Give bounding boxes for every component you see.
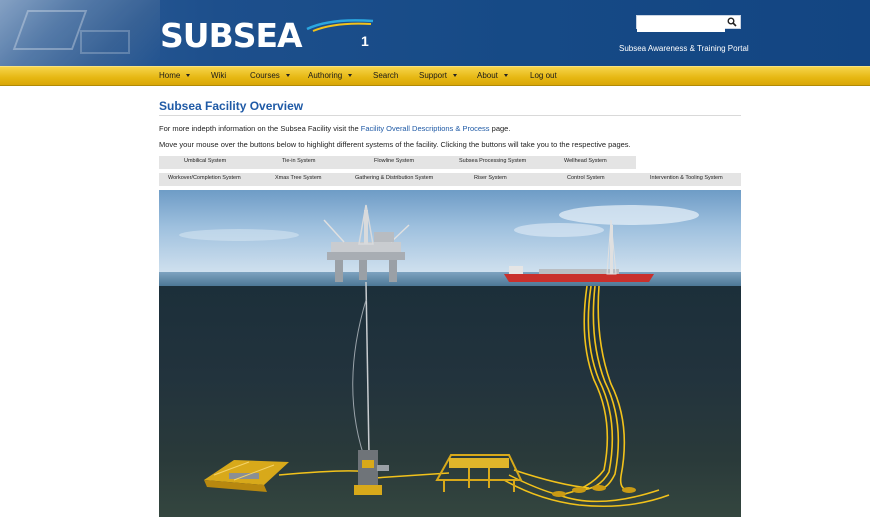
flowline-system-button[interactable]: Flowline System (374, 158, 414, 164)
flowlines (278, 469, 670, 507)
chevron-down-icon (503, 74, 508, 78)
riser-bases (552, 485, 636, 497)
nav-logout[interactable]: Log out (530, 71, 557, 80)
chevron-down-icon (348, 74, 353, 78)
search-box[interactable] (636, 15, 741, 32)
facility-drawing (179, 204, 699, 507)
control-system-button[interactable]: Control System (567, 175, 605, 181)
tie-in-system-button[interactable]: Tie-in System (282, 158, 315, 164)
subsea-processing-template (435, 454, 523, 492)
riser-system-button[interactable]: Riser System (474, 175, 507, 181)
wellhead-system-button[interactable]: Wellhead System (564, 158, 607, 164)
subsea-manifold-left (204, 460, 289, 492)
nav-support[interactable]: Support (419, 71, 458, 80)
nav-search[interactable]: Search (373, 71, 398, 80)
subsea-facility-illustration[interactable] (159, 190, 741, 517)
system-buttons-row-1: Umbilical System Tie-in System Flowline … (159, 156, 636, 169)
nav-wiki[interactable]: Wiki (211, 71, 226, 80)
subsea-logo[interactable]: SUBSEA (160, 18, 303, 54)
intro-text: For more indepth information on the Subs… (159, 124, 511, 133)
title-divider (159, 115, 741, 116)
nav-home[interactable]: Home (159, 71, 191, 80)
header-photo (0, 0, 160, 66)
system-buttons-row-2: Workover/Completion System Xmas Tree Sys… (159, 173, 741, 186)
xmas-tree-system-button[interactable]: Xmas Tree System (275, 175, 321, 181)
subsea-wellhead (354, 450, 389, 495)
main-nav: Home Wiki Courses Authoring Search Suppo… (0, 66, 870, 86)
intervention-tooling-system-button[interactable]: Intervention & Tooling System (650, 175, 723, 181)
search-icon[interactable] (727, 17, 737, 27)
chevron-down-icon (186, 74, 191, 78)
riser-lines (558, 285, 630, 496)
logo-suffix: 1 (361, 33, 369, 49)
search-input[interactable] (637, 20, 725, 32)
portal-title: Subsea Awareness & Training Portal (619, 44, 749, 53)
gathering-distribution-system-button[interactable]: Gathering & Distribution System (355, 175, 433, 181)
subsea-processing-system-button[interactable]: Subsea Processing System (459, 158, 526, 164)
instruction-text: Move your mouse over the buttons below t… (159, 140, 631, 149)
nav-authoring[interactable]: Authoring (308, 71, 353, 80)
workover-completion-system-button[interactable]: Workover/Completion System (168, 175, 241, 181)
facility-descriptions-link[interactable]: Facility Overall Descriptions & Process (361, 124, 490, 133)
site-header: SUBSEA 1 Subsea Awareness & Training Por… (0, 0, 870, 66)
chevron-down-icon (453, 74, 458, 78)
umbilical-system-button[interactable]: Umbilical System (184, 158, 226, 164)
logo-wave-icon (306, 19, 374, 32)
nav-about[interactable]: About (477, 71, 508, 80)
production-platform (323, 204, 410, 282)
chevron-down-icon (285, 74, 290, 78)
nav-courses[interactable]: Courses (250, 71, 290, 80)
page-title: Subsea Facility Overview (159, 99, 304, 113)
